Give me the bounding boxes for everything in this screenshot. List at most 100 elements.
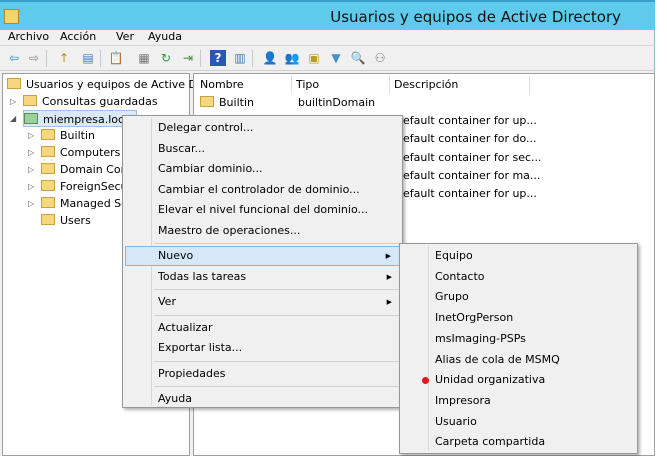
menu-item-cambiar-el-controlador-de-dominio[interactable]: Cambiar el controlador de dominio... [125,180,400,200]
refresh-icon[interactable]: ↻ [158,50,174,66]
submenu-item-inetorgperson[interactable]: InetOrgPerson [402,308,635,328]
submenu-item-label: Grupo [435,290,469,304]
submenu-item-label: Usuario [435,414,477,428]
menu-item-actualizar[interactable]: Actualizar [125,318,400,338]
tree-item-label: Users [60,214,91,227]
toolbar-separator [100,50,101,67]
expander-icon[interactable]: ◢ [10,114,16,123]
menu-separator [154,289,400,290]
list-item-type: builtinDomain [298,96,376,109]
tree-item-label: Consultas guardadas [42,95,158,108]
submenu-arrow-icon: ▶ [385,252,391,260]
column-header-tipo[interactable]: Tipo [292,76,390,94]
list-item-name[interactable]: Builtin [200,94,254,111]
menu-item-buscar[interactable]: Buscar... [125,139,400,159]
folder-icon [41,146,55,157]
submenu-item-label: msImaging-PSPs [435,331,526,345]
menu-item-cambiar-dominio[interactable]: Cambiar dominio... [125,159,400,179]
menu-item-todas-las-tareas[interactable]: Todas las tareas ▶ [125,267,400,287]
menu-separator [154,314,400,316]
export-list-icon[interactable]: ⇥ [180,50,196,66]
new-submenu: Equipo Contacto Grupo InetOrgPerson msImagin… [399,243,638,454]
menu-item-ver[interactable]: Ver ▶ [125,292,400,312]
submenu-item-equipo[interactable]: Equipo [402,246,635,266]
menu-item-ayuda[interactable]: Ayuda [125,389,400,409]
expander-icon[interactable]: ▷ [28,131,34,140]
back-arrow-icon[interactable]: ⇦ [6,50,22,66]
list-item-description: efault container for sec... [403,150,542,164]
window-title: Usuarios y equipos de Active Directory [330,8,621,26]
menu-separator [154,360,400,362]
submenu-arrow-icon: ▶ [386,298,392,306]
submenu-item-unidad-organizativa[interactable]: Unidad organizativa [402,370,635,390]
tree-item[interactable]: miempresa.local [23,110,137,127]
tree-item[interactable]: Consultas guardadas [23,93,158,110]
menu-item-nuevo[interactable]: Nuevo ▶ [125,246,400,266]
submenu-item-label: Contacto [435,269,485,283]
toolbar-separator [252,50,253,67]
menu-item-label: Cambiar dominio... [158,162,263,175]
console-tree-icon[interactable]: ▤ [80,50,96,66]
menu-item-label: Nuevo [158,249,194,262]
toolbar-separator [46,50,47,67]
column-header-nombre[interactable]: Nombre [196,76,292,94]
submenu-item-alias-de-cola-de-msmq[interactable]: Alias de cola de MSMQ [402,350,635,370]
expander-icon[interactable]: ▷ [28,148,34,157]
expander-icon[interactable]: ▷ [10,97,16,106]
add-to-group-icon[interactable]: ⚇ [372,50,388,66]
expander-icon[interactable]: ▷ [28,182,34,191]
tree-item[interactable]: Builtin [41,127,95,144]
forward-arrow-icon[interactable]: ⇨ [26,50,42,66]
red-dot-marker-icon [422,377,429,385]
tree-item[interactable]: Users [41,212,91,229]
find-icon[interactable]: 🔍 [350,50,366,66]
help-icon[interactable]: ? [210,50,226,66]
menu-item-delegar-control[interactable]: Delegar control... [125,118,400,138]
submenu-item-label: Alias de cola de MSMQ [435,352,560,366]
properties-icon[interactable]: ▦ [136,50,152,66]
folder-icon [41,197,55,208]
list-item-description: efault container for do... [403,132,537,146]
menu-ver[interactable]: Ver [116,30,134,43]
submenu-item-carpeta-compartida[interactable]: Carpeta compartida [402,432,635,452]
menu-item-label: Propiedades [158,366,226,380]
menu-item-label: Todas las tareas [158,269,247,283]
menu-item-maestro-de-operaciones[interactable]: Maestro de operaciones... [125,221,400,241]
action-pane-icon[interactable]: ▥ [232,50,248,66]
list-item-description: efault container for up... [403,114,537,128]
column-header-descripción[interactable]: Descripción [390,76,530,94]
menu-acción[interactable]: Acción [60,30,96,43]
submenu-item-usuario[interactable]: Usuario [402,412,635,432]
menu-item-propiedades[interactable]: Propiedades [125,364,400,384]
menu-separator [154,243,400,244]
app-icon [4,9,19,24]
new-group-icon[interactable]: 👥 [284,50,300,66]
menu-item-label: Ver [158,295,176,308]
submenu-item-contacto[interactable]: Contacto [402,267,635,287]
submenu-item-impresora[interactable]: Impresora [402,391,635,411]
list-item-description: efault container for up... [403,187,537,200]
expander-icon[interactable]: ▷ [28,165,34,174]
toolbar: ⇦ ⇨ ↑ ▤ 📋 ▦ ↻ ⇥? ▥ 👤 👥 ▣ ▼ 🔍 ⚇ [0,46,655,71]
menu-ayuda[interactable]: Ayuda [148,30,182,43]
menu-item-elevar-el-nivel-funcional-del-dominio[interactable]: Elevar el nivel funcional del dominio... [125,200,400,220]
tree-item[interactable]: Computers [41,144,120,161]
tree-item-label: miempresa.local [43,113,134,126]
up-folder-icon[interactable]: ↑ [56,50,72,66]
tree-root-label: Usuarios y equipos de Active Dir [26,78,205,91]
list-item-description: efault container for ma... [403,168,541,182]
toolbar-separator [200,50,201,67]
tree-root[interactable]: Usuarios y equipos de Active Dir [7,76,205,93]
clipboard-icon[interactable]: 📋 [108,50,124,66]
domain-icon [24,113,38,124]
menu-archivo[interactable]: Archivo [8,30,49,43]
new-ou-icon[interactable]: ▣ [306,50,322,66]
submenu-item-msimaging-psps[interactable]: msImaging-PSPs [402,329,635,349]
tree-item-label: Builtin [60,129,95,142]
menu-item-label: Cambiar el controlador de dominio... [158,182,360,196]
filter-icon[interactable]: ▼ [328,50,344,66]
expander-icon[interactable]: ▷ [28,199,34,208]
menu-item-exportar-lista[interactable]: Exportar lista... [125,338,400,358]
new-user-icon[interactable]: 👤 [262,50,278,66]
submenu-item-grupo[interactable]: Grupo [402,287,635,307]
